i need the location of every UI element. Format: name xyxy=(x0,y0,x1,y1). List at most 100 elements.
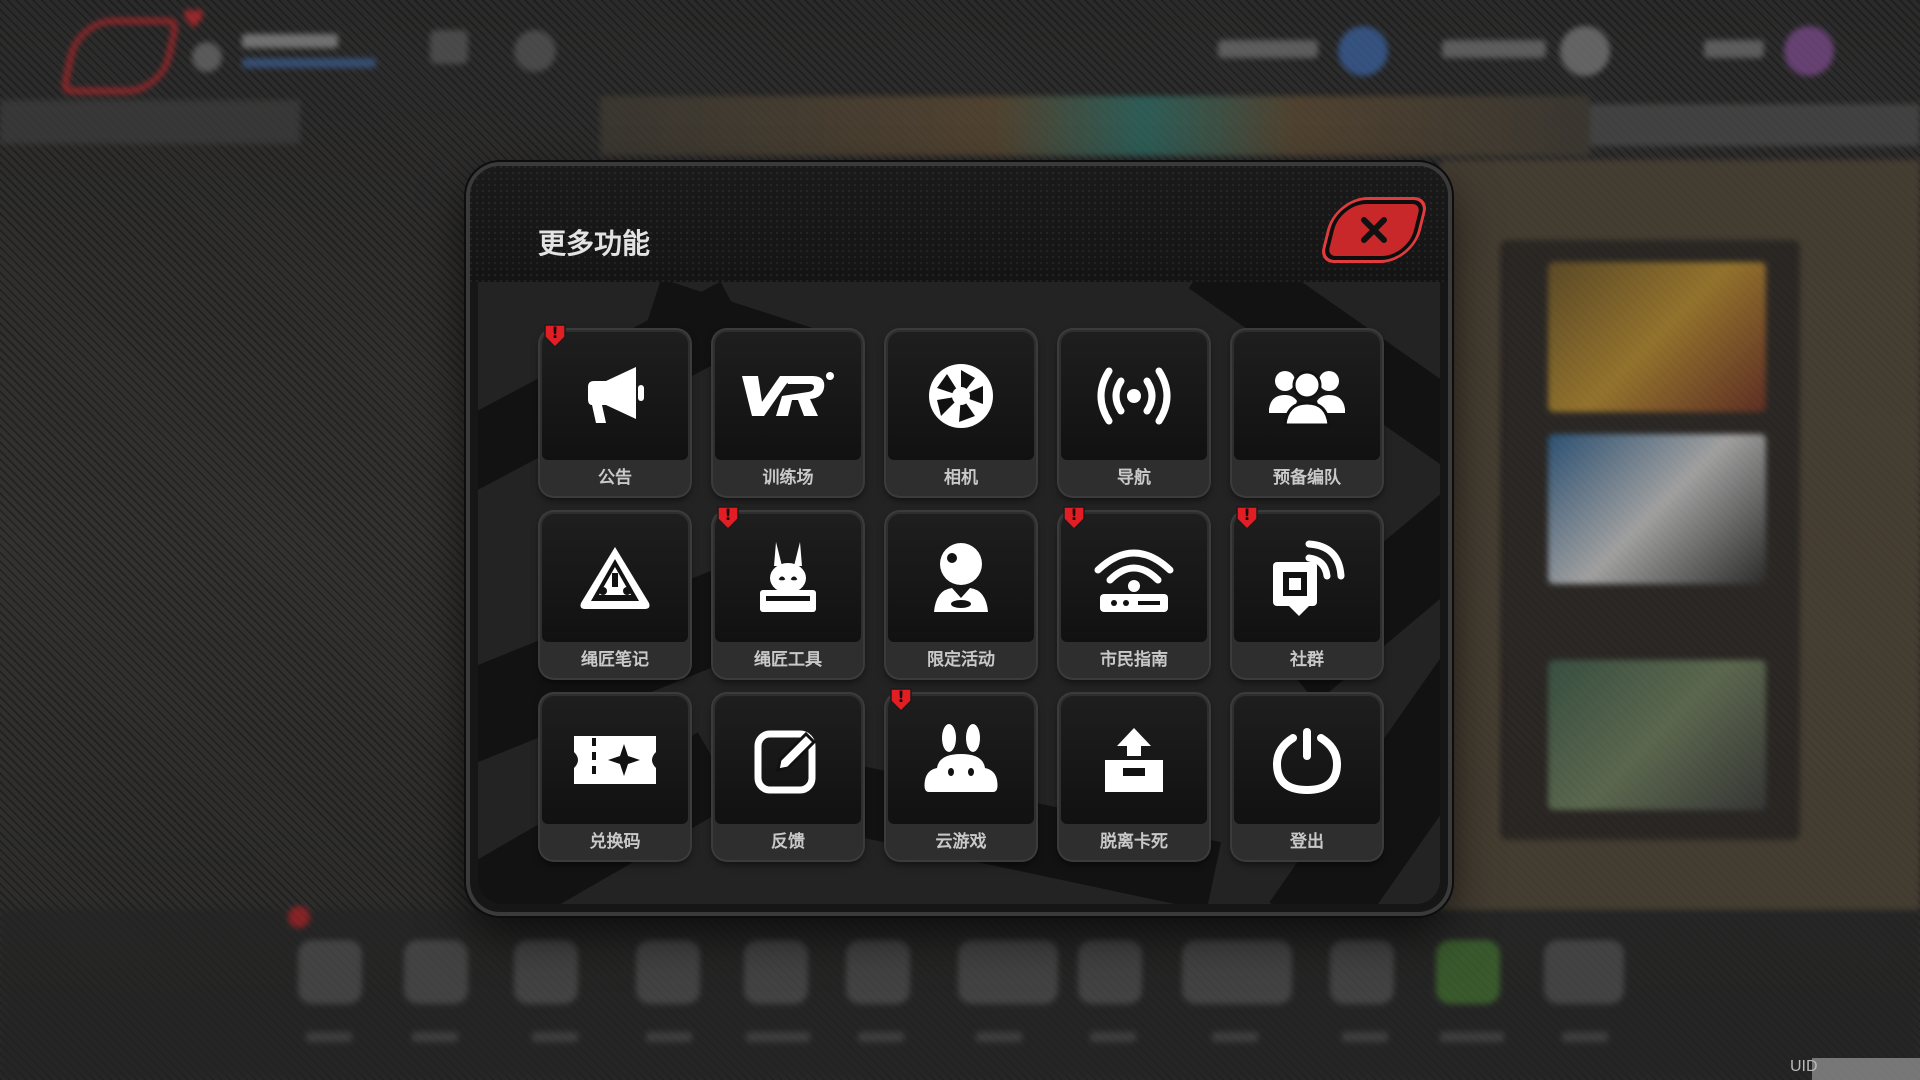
dock-icon xyxy=(846,940,910,1004)
dock-icon xyxy=(1078,940,1142,1004)
ticket-icon xyxy=(574,736,656,784)
tile-label: 训练场 xyxy=(762,468,814,488)
tile-icon-area xyxy=(715,696,861,824)
dock-icon xyxy=(1330,940,1394,1004)
notification-dot xyxy=(288,906,310,928)
tile-label: 预备编队 xyxy=(1273,468,1341,488)
tile-label: 云游戏 xyxy=(935,832,987,852)
alert-badge-symbol: ! xyxy=(1243,505,1251,524)
dock-label xyxy=(306,1032,352,1042)
tile-icon-area xyxy=(1234,332,1380,460)
tile-icon-area xyxy=(888,514,1034,642)
tile-icon-area xyxy=(1061,332,1207,460)
dock-icon xyxy=(1544,940,1624,1004)
feature-tile-13[interactable]: 云游戏! xyxy=(886,687,1036,860)
feature-tile-14[interactable]: 脱离卡死 xyxy=(1059,694,1209,860)
game-screen: ♥ UID 更多功能 公告 ! 训练场 相机 导航 预备编队 绳匠笔记 绳匠工具… xyxy=(0,0,1920,1080)
dialog-header: 更多功能 xyxy=(470,166,1448,282)
dialog-title: 更多功能 xyxy=(538,227,651,260)
tile-frame: 预备编队 xyxy=(1232,330,1382,496)
tile-icon-area xyxy=(1234,696,1380,824)
feature-tile-11[interactable]: 兑换码 xyxy=(540,694,690,860)
tile-frame: 绳匠笔记 xyxy=(540,512,690,678)
upload-box-icon xyxy=(1105,728,1163,792)
currency-icon xyxy=(1560,26,1610,76)
tile-frame: 导航 xyxy=(1059,330,1209,496)
dock-label xyxy=(858,1032,904,1042)
currency-icon xyxy=(1338,26,1388,76)
edit-pencil-icon xyxy=(754,730,817,794)
dock-label xyxy=(1440,1032,1504,1042)
tile-frame: 训练场 xyxy=(713,330,863,496)
alert-badge-symbol: ! xyxy=(724,505,732,524)
dock-icon xyxy=(1182,940,1292,1004)
tile-icon-area xyxy=(542,696,688,824)
feature-tile-12[interactable]: 反馈 xyxy=(713,694,863,860)
player-name xyxy=(242,34,338,48)
background-poster xyxy=(1548,660,1766,810)
feature-grid: 公告! 训练场 相机 导航 预备编队 绳匠笔记 绳匠工具 ! 限定活动 市民指南… xyxy=(478,282,1440,904)
uid-value xyxy=(1812,1058,1920,1080)
currency-icon xyxy=(1784,26,1834,76)
tile-label: 登出 xyxy=(1290,832,1324,852)
community-share-icon xyxy=(1273,540,1345,616)
background-poster xyxy=(1548,262,1766,412)
feature-tile-4[interactable]: 导航 xyxy=(1059,330,1209,496)
tile-icon-area xyxy=(888,332,1034,460)
dock-icon xyxy=(404,940,468,1004)
background-panel xyxy=(0,100,300,144)
feature-tile-3[interactable]: 相机 xyxy=(886,330,1036,496)
dock-icon xyxy=(298,940,362,1004)
dock-icon xyxy=(514,940,578,1004)
dock-icon xyxy=(744,940,808,1004)
tile-label: 绳匠笔记 xyxy=(581,650,649,670)
dock-label xyxy=(532,1032,578,1042)
tile-frame: 公告 xyxy=(540,330,690,496)
currency-value xyxy=(1442,40,1546,58)
tile-frame: 社群 xyxy=(1232,512,1382,678)
dock-label xyxy=(746,1032,810,1042)
tile-icon-area xyxy=(542,514,688,642)
feature-tile-15[interactable]: 登出 xyxy=(1232,694,1382,860)
warning-triangle-icon xyxy=(580,547,650,609)
alert-badge-symbol: ! xyxy=(897,687,905,706)
alert-badge-icon: ! xyxy=(1061,504,1087,531)
camera-aperture-icon xyxy=(929,364,993,428)
uid-label: UID xyxy=(1790,1058,1818,1075)
megaphone-icon xyxy=(588,367,644,423)
tile-frame: 市民指南 xyxy=(1059,512,1209,678)
heart-icon: ♥ xyxy=(182,5,206,35)
wifi-router-icon xyxy=(1094,549,1174,612)
tile-frame: 登出 xyxy=(1232,694,1382,860)
tile-label: 限定活动 xyxy=(927,650,995,670)
feature-tile-7[interactable]: 绳匠工具! xyxy=(713,505,863,678)
feature-tile-1[interactable]: 公告! xyxy=(540,323,690,496)
dock-label xyxy=(412,1032,458,1042)
feature-tile-8[interactable]: 限定活动 xyxy=(886,512,1036,678)
dialog-body: 公告! 训练场 相机 导航 预备编队 绳匠笔记 绳匠工具 ! 限定活动 市民指南… xyxy=(478,282,1440,904)
tile-frame: 反馈 xyxy=(713,694,863,860)
feature-tile-2[interactable]: 训练场 xyxy=(713,330,863,496)
feature-tile-5[interactable]: 预备编队 xyxy=(1232,330,1382,496)
feature-tile-9[interactable]: 市民指南! xyxy=(1059,505,1209,678)
currency-value xyxy=(1704,40,1764,58)
feature-tile-10[interactable]: 社群! xyxy=(1232,505,1382,678)
background-panel xyxy=(1590,104,1920,146)
feature-tile-6[interactable]: 绳匠笔记 xyxy=(540,512,690,678)
tile-label: 绳匠工具 xyxy=(754,650,822,670)
cloud-bunny-icon xyxy=(924,724,998,792)
more-features-dialog: 更多功能 公告! 训练场 相机 导航 预备编队 绳匠笔记 绳匠工具 ! 限定活动… xyxy=(470,166,1448,912)
dock-label xyxy=(1212,1032,1258,1042)
power-icon xyxy=(1272,728,1342,795)
currency-value xyxy=(1218,40,1318,58)
tile-icon-area xyxy=(1061,514,1207,642)
dock-icon xyxy=(636,940,700,1004)
tile-icon-area xyxy=(1061,696,1207,824)
tile-frame: 兑换码 xyxy=(540,694,690,860)
dock-label xyxy=(976,1032,1022,1042)
close-button[interactable] xyxy=(1322,200,1426,260)
background-street xyxy=(600,96,1590,156)
alert-badge-icon: ! xyxy=(888,686,914,713)
dock-icon xyxy=(1436,940,1500,1004)
mail-icon xyxy=(430,30,468,64)
